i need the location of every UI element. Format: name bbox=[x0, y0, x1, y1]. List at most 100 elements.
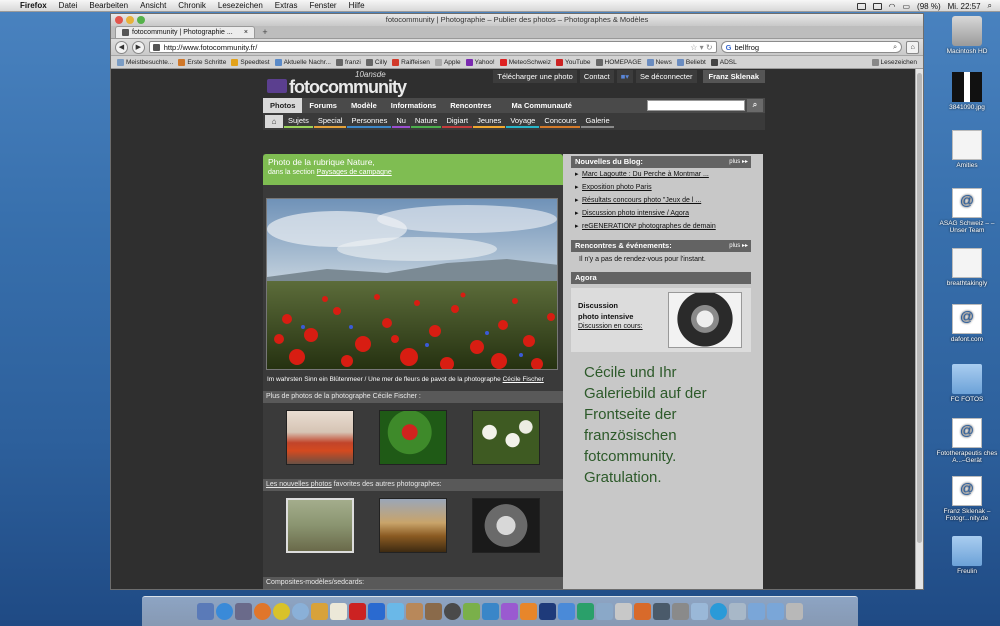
menu-ansicht[interactable]: Ansicht bbox=[134, 1, 172, 10]
battery-icon[interactable]: ▭ bbox=[902, 2, 910, 11]
tray-icon[interactable] bbox=[856, 2, 866, 10]
bookmark-item[interactable]: News bbox=[646, 58, 672, 66]
nav-modele[interactable]: Modèle bbox=[344, 98, 384, 113]
safari-icon[interactable] bbox=[216, 603, 233, 620]
blog-item[interactable]: Résultats concours photo "Jeux de l ... bbox=[575, 194, 751, 207]
bookmark-item[interactable]: YouTube bbox=[555, 58, 591, 66]
app-icon[interactable] bbox=[463, 603, 480, 620]
url-bar[interactable]: http://www.fotocommunity.fr/ ☆ ▾ ↻ bbox=[148, 41, 717, 53]
bookmark-item[interactable]: Yahoo! bbox=[465, 58, 495, 66]
new-tab-button[interactable]: + bbox=[259, 27, 271, 38]
desktop-icon-macintosh-hd[interactable]: Macintosh HD bbox=[934, 16, 1000, 55]
thumbnail[interactable] bbox=[472, 498, 541, 553]
bookmark-item[interactable]: franzi bbox=[335, 58, 361, 66]
chrome-icon[interactable] bbox=[273, 603, 290, 620]
thumbnail[interactable] bbox=[285, 498, 354, 553]
subnav-item[interactable]: Concours bbox=[540, 115, 581, 128]
desktop-icon-folder[interactable]: FC FOTOS bbox=[934, 364, 1000, 403]
thumbnail[interactable] bbox=[285, 410, 354, 465]
user-menu[interactable]: Franz Sklenak bbox=[702, 69, 765, 83]
new-photos-link[interactable]: Les nouvelles photos bbox=[266, 481, 332, 488]
tab-fotocommunity[interactable]: fotocommunity | Photographie ... × bbox=[115, 26, 255, 38]
subnav-item[interactable]: Jeunes bbox=[473, 115, 506, 128]
close-button[interactable] bbox=[115, 16, 123, 24]
thumbnail[interactable] bbox=[378, 410, 447, 465]
app-menu[interactable]: Firefox bbox=[14, 1, 53, 10]
spotlight-icon[interactable]: ⌕ bbox=[988, 1, 992, 11]
calendar-icon[interactable] bbox=[330, 603, 347, 620]
trash-icon[interactable] bbox=[786, 603, 803, 620]
language-flag-icon[interactable]: ■▾ bbox=[616, 69, 633, 83]
browser-icon[interactable] bbox=[292, 603, 309, 620]
desktop-icon-webloc[interactable]: @ ASAG Schweiz – – Unser Team bbox=[934, 188, 1000, 234]
mail-icon[interactable] bbox=[235, 603, 252, 620]
subnav-item[interactable]: Personnes bbox=[347, 115, 392, 128]
app-icon[interactable] bbox=[577, 603, 594, 620]
subnav-item[interactable]: Galerie bbox=[581, 115, 614, 128]
app-icon[interactable] bbox=[444, 603, 461, 620]
photographer-link[interactable]: Cécile Fischer bbox=[503, 376, 544, 383]
nav-rencontres[interactable]: Rencontres bbox=[443, 98, 498, 113]
contact-link[interactable]: Contact bbox=[579, 69, 614, 83]
bookmark-item[interactable]: ADSL bbox=[710, 58, 737, 66]
app-icon[interactable] bbox=[406, 603, 423, 620]
menu-chronik[interactable]: Chronik bbox=[172, 1, 212, 10]
app-icon[interactable] bbox=[596, 603, 613, 620]
scroll-thumb[interactable] bbox=[917, 73, 922, 543]
nav-forums[interactable]: Forums bbox=[302, 98, 344, 113]
events-more-link[interactable]: plus ▸▸ bbox=[729, 240, 748, 252]
menu-hilfe[interactable]: Hilfe bbox=[343, 1, 371, 10]
search-icon[interactable]: ⌕ bbox=[893, 42, 897, 52]
thumbnail[interactable] bbox=[472, 410, 541, 465]
nav-photos[interactable]: Photos bbox=[263, 98, 303, 113]
app-icon[interactable] bbox=[672, 603, 689, 620]
garageband-icon[interactable] bbox=[425, 603, 442, 620]
bookmark-item[interactable]: MeteoSchweiz bbox=[499, 58, 551, 66]
home-icon[interactable]: ⌂ bbox=[265, 115, 283, 128]
forward-button[interactable]: ▶ bbox=[131, 40, 145, 54]
lightroom-icon[interactable] bbox=[653, 603, 670, 620]
desktop-icon-webloc[interactable]: @ Fototherapeutis ches A...–Gerät bbox=[934, 418, 1000, 464]
zoom-button[interactable] bbox=[137, 16, 145, 24]
menu-fenster[interactable]: Fenster bbox=[303, 1, 342, 10]
bookmark-item[interactable]: Raiffeisen bbox=[392, 58, 430, 66]
nav-communaute[interactable]: Ma Communauté bbox=[504, 98, 578, 113]
nav-informations[interactable]: Informations bbox=[384, 98, 443, 113]
desktop-icon-webloc[interactable]: @ Franz Sklenak – Fotogr...nity.de bbox=[934, 476, 1000, 522]
bookmark-item[interactable]: Aktuelle Nachr... bbox=[274, 58, 331, 66]
app-icon[interactable] bbox=[520, 603, 537, 620]
tray-icon[interactable] bbox=[872, 2, 882, 10]
featured-photo[interactable] bbox=[266, 198, 558, 370]
home-button[interactable]: ⌂ bbox=[906, 40, 919, 54]
menu-datei[interactable]: Datei bbox=[53, 1, 84, 10]
app-icon[interactable] bbox=[615, 603, 632, 620]
close-tab-icon[interactable]: × bbox=[244, 27, 248, 38]
app-icon[interactable] bbox=[311, 603, 328, 620]
app-icon[interactable] bbox=[387, 603, 404, 620]
google-icon[interactable]: G bbox=[726, 43, 732, 52]
finder-icon[interactable] bbox=[197, 603, 214, 620]
bookmark-item[interactable]: Cilly bbox=[365, 58, 387, 66]
site-search-input[interactable] bbox=[647, 100, 745, 111]
blog-more-link[interactable]: plus ▸▸ bbox=[729, 156, 748, 168]
subnav-item[interactable]: Nature bbox=[410, 115, 442, 128]
app-icon[interactable] bbox=[349, 603, 366, 620]
folder-icon[interactable] bbox=[748, 603, 765, 620]
subnav-item[interactable]: Voyage bbox=[506, 115, 540, 128]
section-link[interactable]: Paysages de campagne bbox=[317, 169, 392, 176]
site-search-icon[interactable]: ⌕ bbox=[747, 99, 763, 112]
fotocommunity-logo[interactable]: fotocommunity 10ansde bbox=[265, 69, 415, 97]
folder-icon[interactable] bbox=[767, 603, 784, 620]
bookmarks-menu[interactable]: Lesezeichen bbox=[871, 58, 924, 66]
blog-item[interactable]: Discussion photo intensive / Agora bbox=[575, 207, 751, 220]
bookmark-item[interactable]: Apple bbox=[434, 58, 461, 66]
search-bar[interactable]: G bellfrog ⌕ bbox=[720, 41, 903, 53]
bookmark-item[interactable]: Speedtest bbox=[231, 58, 270, 66]
bookmark-star-icon[interactable]: ☆ ▾ ↻ bbox=[690, 43, 712, 52]
bookmark-item[interactable]: Beliebt bbox=[676, 58, 706, 66]
skype-icon[interactable] bbox=[710, 603, 727, 620]
app-icon[interactable] bbox=[729, 603, 746, 620]
app-icon[interactable] bbox=[558, 603, 575, 620]
app-icon[interactable] bbox=[634, 603, 651, 620]
blog-item[interactable]: Marc Lagoutte : Du Perche à Montmar ... bbox=[575, 168, 751, 181]
